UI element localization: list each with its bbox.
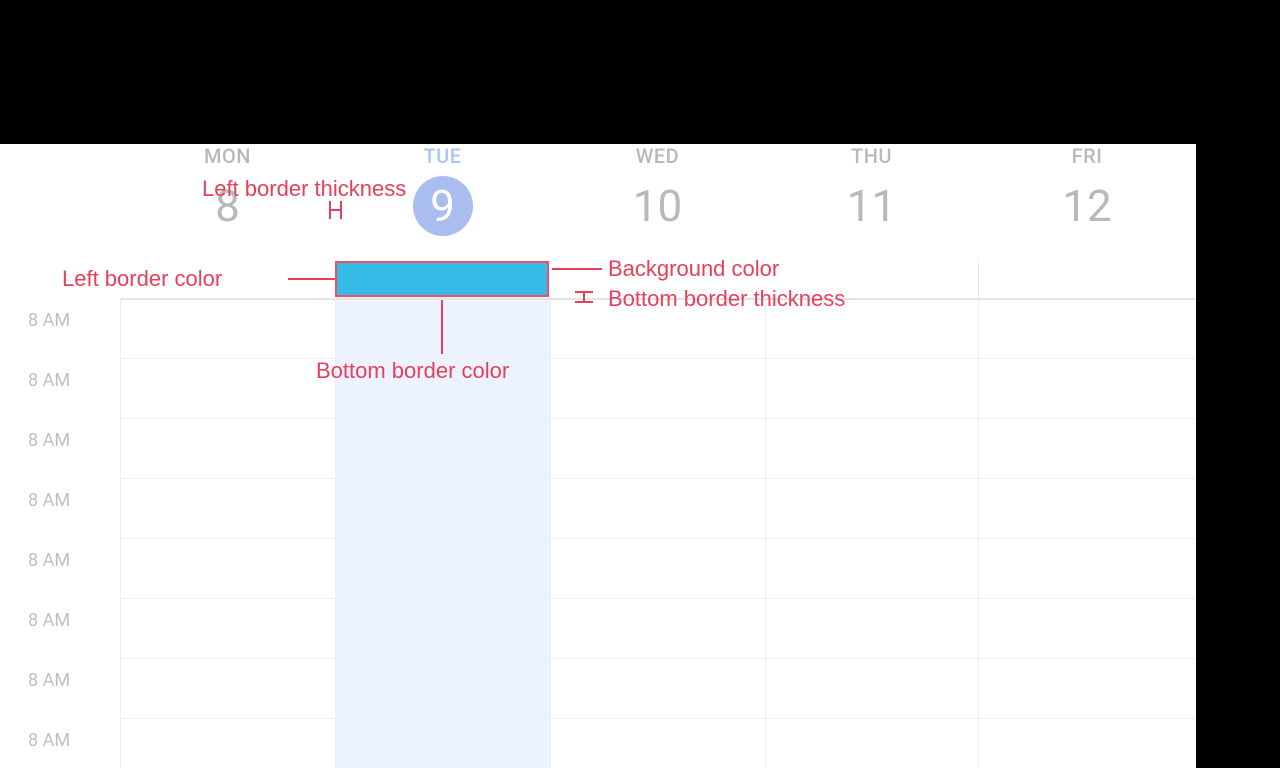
allday-separator (978, 262, 979, 298)
anno-bottom-border-color: Bottom border color (316, 358, 509, 384)
time-label: 8 AM (0, 550, 100, 571)
stage: MON 8 TUE 9 WED 10 THU 11 FRI 12 (0, 0, 1280, 768)
anno-bottom-border-thickness: Bottom border thickness (608, 286, 845, 312)
day-number: 10 (628, 176, 688, 236)
anno-line (288, 278, 335, 280)
anno-line (441, 300, 443, 354)
dow-label: MON (120, 144, 335, 168)
time-label: 8 AM (0, 310, 100, 331)
time-label: 8 AM (0, 370, 100, 391)
anno-line (583, 291, 585, 303)
day-header-thu[interactable]: THU 11 (765, 144, 978, 254)
anno-left-border-thickness: Left border thickness (202, 176, 406, 202)
dow-label: FRI (978, 144, 1196, 168)
hour-row[interactable] (120, 538, 1196, 598)
col-line (765, 298, 766, 768)
anno-left-border-color: Left border color (62, 266, 222, 292)
dow-label: THU (765, 144, 978, 168)
hour-row[interactable] (120, 658, 1196, 718)
day-headers: MON 8 TUE 9 WED 10 THU 11 FRI 12 (0, 144, 1196, 254)
time-label: 8 AM (0, 670, 100, 691)
day-header-wed[interactable]: WED 10 (550, 144, 765, 254)
col-line (978, 298, 979, 768)
dow-label: TUE (335, 144, 550, 168)
allday-cell-fri[interactable] (978, 262, 1196, 298)
time-label: 8 AM (0, 730, 100, 751)
col-line (550, 298, 551, 768)
hour-row[interactable] (120, 598, 1196, 658)
day-number: 11 (842, 176, 902, 236)
day-number: 12 (1057, 176, 1117, 236)
hour-row[interactable] (120, 358, 1196, 418)
event-block[interactable] (335, 261, 549, 297)
time-label: 8 AM (0, 430, 100, 451)
hour-row[interactable] (120, 418, 1196, 478)
time-label: 8 AM (0, 490, 100, 511)
calendar-panel: MON 8 TUE 9 WED 10 THU 11 FRI 12 (0, 144, 1196, 768)
col-line (120, 298, 121, 768)
anno-line (329, 209, 342, 211)
anno-line (552, 268, 602, 270)
event-block-inner (337, 263, 547, 295)
time-label: 8 AM (0, 610, 100, 631)
anno-background-color: Background color (608, 256, 779, 282)
dow-label: WED (550, 144, 765, 168)
day-header-fri[interactable]: FRI 12 (978, 144, 1196, 254)
day-number: 9 (413, 176, 473, 236)
hour-row[interactable] (120, 718, 1196, 768)
hour-row[interactable] (120, 478, 1196, 538)
